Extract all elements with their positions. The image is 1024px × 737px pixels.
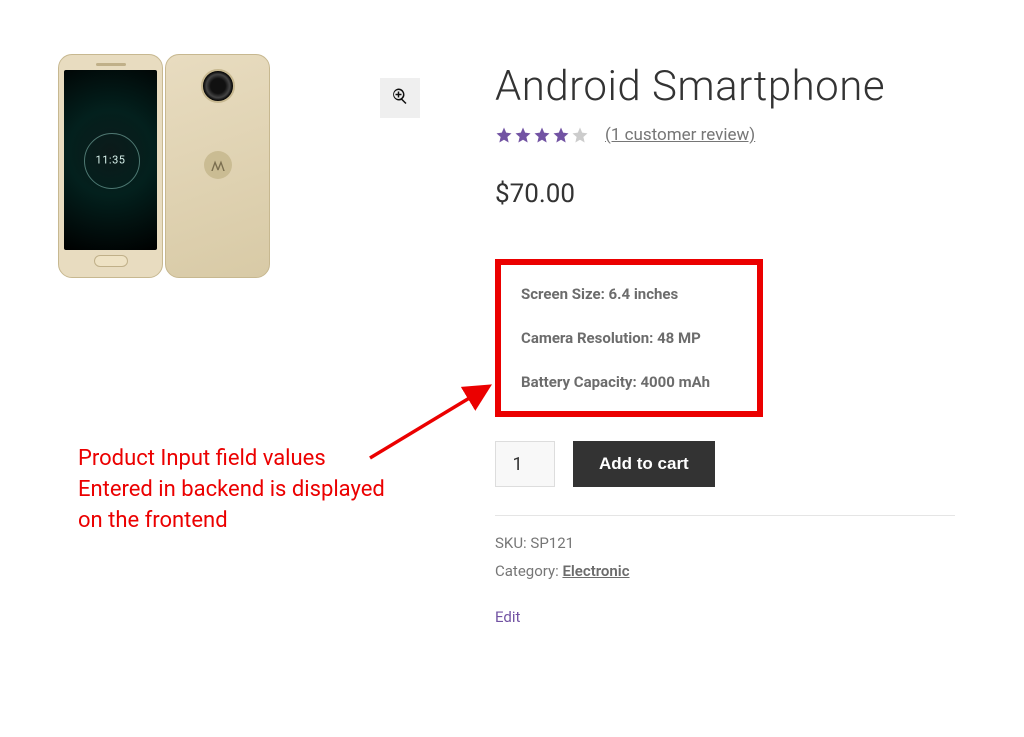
star-icon [514, 126, 532, 144]
star-rating [495, 126, 589, 144]
add-to-cart-button[interactable]: Add to cart [573, 441, 715, 487]
magnify-plus-icon [391, 87, 409, 109]
annotation-text: Product Input field values Entered in ba… [78, 444, 458, 536]
spec-camera-resolution: Camera Resolution: 48 MP [521, 329, 743, 347]
divider [495, 515, 955, 516]
sku-line: SKU: SP121 [495, 534, 965, 552]
category-link[interactable]: Electronic [562, 562, 629, 580]
zoom-button[interactable] [380, 78, 420, 118]
product-title: Android Smartphone [495, 62, 965, 111]
spec-screen-size: Screen Size: 6.4 inches [521, 285, 743, 303]
customer-reviews-link[interactable]: (1 customer review) [605, 125, 755, 145]
star-icon [552, 126, 570, 144]
edit-link[interactable]: Edit [495, 608, 520, 626]
product-price: $70.00 [495, 179, 965, 209]
spec-battery-capacity: Battery Capacity: 4000 mAh [521, 373, 743, 391]
star-icon [533, 126, 551, 144]
product-image[interactable] [58, 54, 428, 278]
product-specs-box: Screen Size: 6.4 inches Camera Resolutio… [495, 259, 763, 417]
star-icon [495, 126, 513, 144]
star-icon [571, 126, 589, 144]
motorola-logo-icon [204, 151, 232, 179]
quantity-input[interactable] [495, 441, 555, 487]
category-line: Category: Electronic [495, 562, 965, 580]
